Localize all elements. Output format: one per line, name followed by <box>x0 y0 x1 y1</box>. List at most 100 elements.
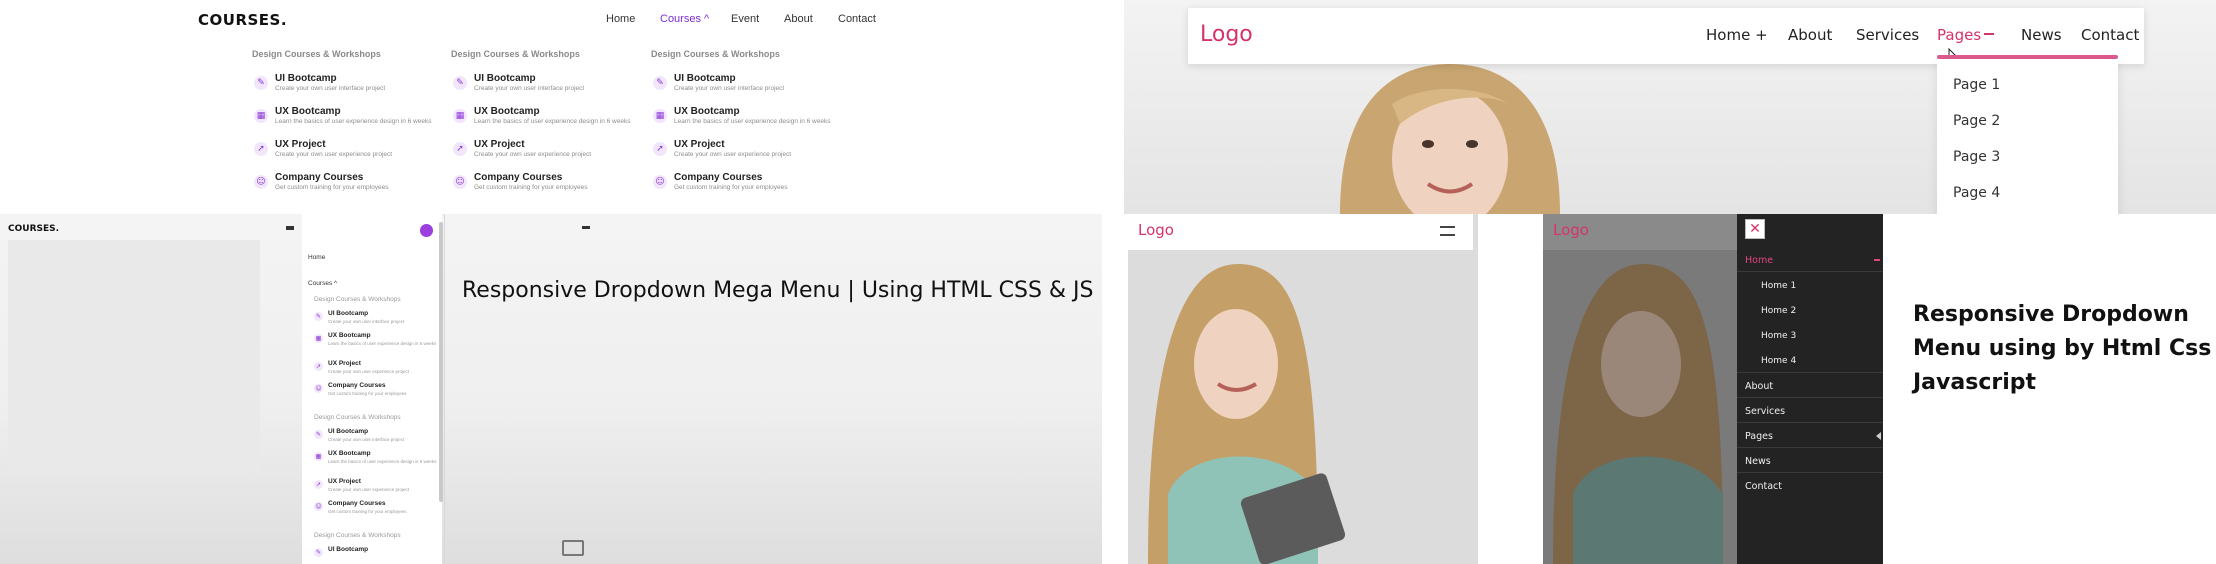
mobile-header: Logo <box>1128 214 1473 250</box>
menu-separator <box>1737 472 1883 473</box>
dropdown-item-page2[interactable]: Page 2 <box>1953 113 2000 129</box>
column-title: Design Courses & Workshops <box>451 49 580 59</box>
side-menu-home[interactable]: Home <box>1745 255 1773 266</box>
menu-item-title[interactable]: UI Bootcamp <box>474 73 536 84</box>
menu-item-title[interactable]: UX Bootcamp <box>275 106 341 117</box>
rocket-icon: ➚ <box>314 362 323 371</box>
menu-item-title[interactable]: UX Bootcamp <box>674 106 740 117</box>
menu-item-title[interactable]: UX Project <box>474 139 525 150</box>
mobile-item-sub: Create your own user interface project <box>328 437 405 442</box>
nav-home[interactable]: Home <box>606 13 635 25</box>
dropdown-item-page3[interactable]: Page 3 <box>1953 149 2000 165</box>
dropdown-item-page4[interactable]: Page 4 <box>1953 185 2000 201</box>
side-menu-home-2[interactable]: Home 2 <box>1761 306 1796 316</box>
menu-item-sub: Learn the basics of user experience desi… <box>474 118 631 125</box>
nav-contact[interactable]: Contact <box>2081 26 2139 44</box>
mobile-nav-home[interactable]: Home <box>308 254 325 261</box>
mobile-menu-panel: Home Courses ^ Design Courses & Workshop… <box>302 214 442 564</box>
pages-dropdown: Page 1 Page 2 Page 3 Page 4 <box>1937 59 2118 219</box>
mobile-item[interactable]: UI Bootcamp <box>328 310 368 317</box>
menu-item-sub: Create your own user interface project <box>674 85 785 92</box>
mobile-item-sub: Create your own user experience project <box>328 487 410 492</box>
brand-logo[interactable]: Logo <box>1553 221 1589 239</box>
caret-icon <box>1984 33 1994 35</box>
palette-icon: ✎ <box>453 76 467 90</box>
side-menu-home-4[interactable]: Home 4 <box>1761 356 1796 366</box>
brand-logo[interactable]: Logo <box>1200 22 1253 47</box>
users-icon: ☺ <box>314 384 323 393</box>
second-preview <box>444 214 592 564</box>
nav-about[interactable]: About <box>1788 26 1832 44</box>
menu-item-sub: Create your own user interface project <box>275 85 386 92</box>
side-menu-home-3[interactable]: Home 3 <box>1761 331 1796 341</box>
mobile-item[interactable]: UX Bootcamp <box>328 332 371 339</box>
model-photo <box>1128 214 1478 564</box>
menu-item-sub: Create your own user interface project <box>474 85 585 92</box>
dropdown-item-page1[interactable]: Page 1 <box>1953 77 2000 93</box>
brand-logo[interactable]: Logo <box>1138 221 1174 239</box>
expand-icon[interactable] <box>1876 432 1881 440</box>
palette-icon: ✎ <box>254 76 268 90</box>
mobile-item[interactable]: Company Courses <box>328 382 385 389</box>
collapse-icon[interactable] <box>1874 259 1880 261</box>
mobile-nav-courses[interactable]: Courses ^ <box>308 280 337 287</box>
nav-event[interactable]: Event <box>731 13 759 25</box>
column-title: Design Courses & Workshops <box>651 49 780 59</box>
screenshot-collage: COURSES. Home Courses ^ Event About Cont… <box>0 0 2216 564</box>
palette-icon: ✎ <box>314 430 323 439</box>
mobile-brand: COURSES. <box>8 224 60 234</box>
menu-item-title[interactable]: Company Courses <box>674 172 762 183</box>
menu-item-title[interactable]: Company Courses <box>474 172 562 183</box>
menu-item-sub: Get custom training for your employees <box>474 184 588 191</box>
menu-item-title[interactable]: UX Project <box>275 139 326 150</box>
side-menu-pages[interactable]: Pages <box>1745 431 1773 442</box>
mobile-header-dimmed: Logo <box>1543 214 1737 250</box>
side-menu-about[interactable]: About <box>1745 381 1773 392</box>
column-title: Design Courses & Workshops <box>252 49 381 59</box>
mobile-item[interactable]: UX Bootcamp <box>328 450 371 457</box>
hamburger-icon[interactable] <box>582 226 590 229</box>
rocket-icon: ➚ <box>653 142 667 156</box>
menu-item-title[interactable]: UX Project <box>674 139 725 150</box>
mobile-item[interactable]: UX Project <box>328 478 361 485</box>
menu-item-sub: Create your own user experience project <box>275 151 393 158</box>
menu-item-title[interactable]: UX Bootcamp <box>474 106 540 117</box>
nav-home[interactable]: Home + <box>1706 26 1768 44</box>
mobile-scrollbar[interactable] <box>439 222 443 502</box>
menu-toggle-icon[interactable] <box>286 226 294 230</box>
panel-divider <box>1102 0 1124 564</box>
mobile-item-sub: Learn the basics of user experience desi… <box>328 341 437 346</box>
nav-about[interactable]: About <box>784 13 813 25</box>
watermark-logo <box>562 540 584 556</box>
hero-portrait <box>1340 64 1560 214</box>
mobile-item[interactable]: Company Courses <box>328 500 385 507</box>
menu-item-title[interactable]: Company Courses <box>275 172 363 183</box>
mobile-item[interactable]: UX Project <box>328 360 361 367</box>
rocket-icon: ➚ <box>254 142 268 156</box>
side-menu-contact[interactable]: Contact <box>1745 481 1782 492</box>
caption-line-3: Javascript <box>1913 370 2037 395</box>
layout-icon: ▦ <box>453 109 467 123</box>
mobile-item-sub: Create your own user experience project <box>328 369 410 374</box>
empty-page-preview <box>8 240 260 472</box>
nav-services[interactable]: Services <box>1856 26 1919 44</box>
close-icon[interactable] <box>420 224 433 237</box>
menu-separator <box>1737 447 1883 448</box>
hamburger-icon[interactable] <box>1440 226 1455 236</box>
nav-contact[interactable]: Contact <box>838 13 876 25</box>
palette-icon: ✎ <box>314 312 323 321</box>
nav-news[interactable]: News <box>2021 26 2062 44</box>
nav-courses[interactable]: Courses ^ <box>660 13 709 25</box>
side-menu-services[interactable]: Services <box>1745 406 1785 417</box>
mobile-item[interactable]: UI Bootcamp <box>328 546 368 553</box>
side-menu-news[interactable]: News <box>1745 456 1771 467</box>
side-menu-home-1[interactable]: Home 1 <box>1761 281 1796 291</box>
close-icon[interactable]: ✕ <box>1745 219 1765 239</box>
nav-pages[interactable]: Pages <box>1937 26 1981 44</box>
brand-logo[interactable]: COURSES. <box>198 11 287 29</box>
mobile-item[interactable]: UI Bootcamp <box>328 428 368 435</box>
model-photo-dimmed <box>1543 214 1737 564</box>
menu-item-title[interactable]: UI Bootcamp <box>275 73 337 84</box>
video-caption: Responsive Dropdown Menu using by Html C… <box>1913 298 2213 400</box>
menu-item-title[interactable]: UI Bootcamp <box>674 73 736 84</box>
